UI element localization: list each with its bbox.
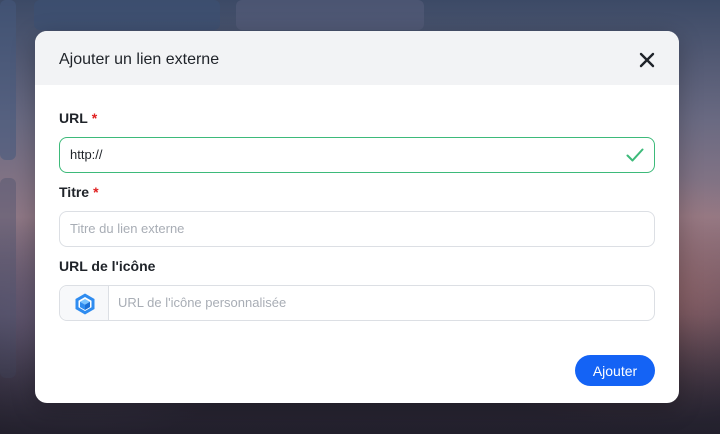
title-field-label: Titre * bbox=[59, 183, 99, 201]
dialog-header: Ajouter un lien externe bbox=[35, 31, 679, 85]
cube-icon bbox=[75, 293, 95, 315]
title-label-text: Titre bbox=[59, 184, 90, 200]
icon-url-field-label: URL de l'icône bbox=[59, 257, 155, 275]
add-external-link-dialog: Ajouter un lien externe URL* Titre* URL … bbox=[35, 31, 679, 403]
background-app-tile bbox=[34, 0, 220, 30]
icon-url-label-text: URL de l'icône bbox=[59, 258, 156, 274]
icon-url-field[interactable] bbox=[59, 285, 655, 321]
background-app-tile bbox=[0, 0, 16, 160]
url-label-text: URL bbox=[59, 110, 88, 126]
icon-preview[interactable] bbox=[60, 286, 109, 320]
url-input[interactable] bbox=[70, 138, 610, 172]
required-marker: * bbox=[91, 110, 98, 126]
background-app-tile bbox=[236, 0, 424, 30]
title-input[interactable] bbox=[70, 212, 640, 246]
dialog-title: Ajouter un lien externe bbox=[59, 51, 220, 68]
close-icon bbox=[639, 52, 655, 68]
check-icon bbox=[626, 148, 644, 162]
icon-url-input[interactable] bbox=[118, 286, 638, 320]
url-field[interactable] bbox=[59, 137, 655, 173]
add-button[interactable]: Ajouter bbox=[575, 355, 655, 386]
close-button[interactable] bbox=[635, 48, 659, 72]
title-field[interactable] bbox=[59, 211, 655, 247]
required-marker: * bbox=[93, 184, 99, 200]
url-field-label: URL * bbox=[59, 109, 97, 127]
